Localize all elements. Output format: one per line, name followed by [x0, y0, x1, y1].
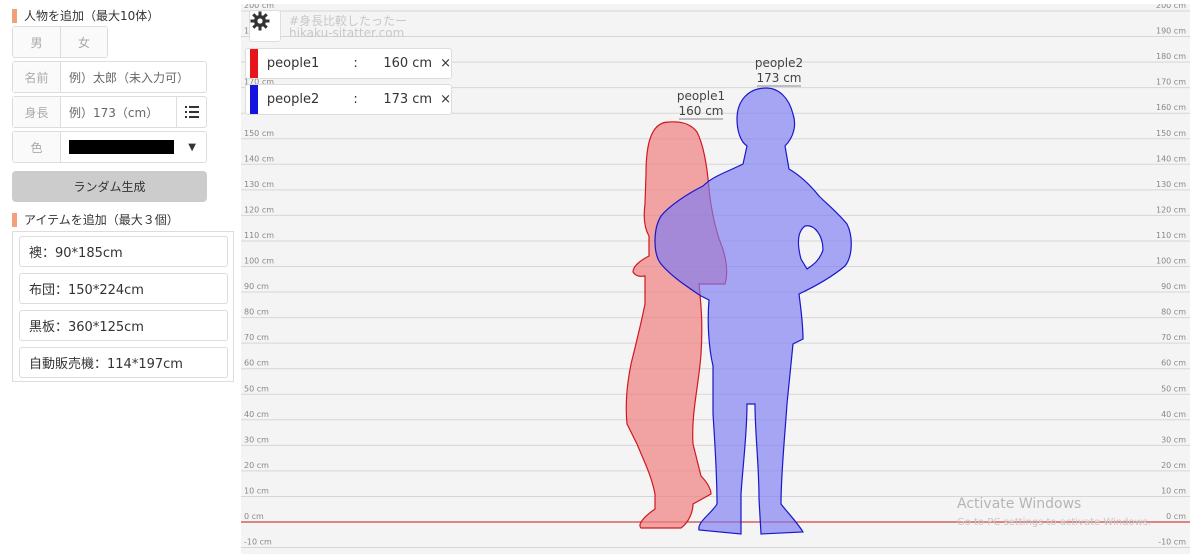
color-label: 色: [13, 132, 61, 162]
activate-windows-subtitle: Go to PC settings to activate Windows.: [957, 517, 1152, 528]
height-row: 身長 例）173（cm）: [12, 96, 207, 128]
comparison-canvas: -10 cm -10 cm 0 cm 0 cm 10 cm 10 cm 20 cm 20 cm…: [241, 4, 1190, 554]
item-blackboard[interactable]: 黒板：360*125cm: [19, 310, 228, 341]
color-select[interactable]: ▼: [61, 132, 206, 162]
gender-selector: 男 女: [12, 26, 108, 58]
items-list: 襖：90*185cm 布団：150*224cm 黒板：360*125cm 自動販…: [12, 231, 234, 382]
activate-windows-title: Activate Windows: [957, 496, 1082, 512]
item-futon[interactable]: 布団：150*224cm: [19, 273, 228, 304]
height-input[interactable]: 例）173（cm）: [61, 97, 176, 127]
figure-label-people1-height: 160 cm: [678, 104, 723, 118]
gender-male-button[interactable]: 男: [13, 27, 60, 57]
list-icon: [184, 106, 199, 118]
item-fusuma[interactable]: 襖：90*185cm: [19, 236, 228, 267]
figure-label-people2-height: 173 cm: [756, 71, 801, 85]
color-row: 色 ▼: [12, 131, 207, 163]
name-input[interactable]: 例）太郎（未入力可）: [61, 62, 206, 92]
item-vending-machine[interactable]: 自動販売機：114*197cm: [19, 347, 228, 378]
color-swatch: [69, 140, 174, 154]
gender-female-button[interactable]: 女: [60, 27, 107, 57]
height-list-button[interactable]: [176, 97, 206, 127]
figure-label-people1-name: people1: [677, 89, 725, 103]
item-section-title: アイテムを追加（最大３個）: [12, 212, 179, 228]
sidebar: 人物を追加（最大10体） 男 女 名前 例）太郎（未入力可） 身長 例）173（…: [0, 0, 240, 559]
caret-down-icon: ▼: [188, 141, 196, 153]
person-section-title: 人物を追加（最大10体）: [12, 8, 159, 24]
figure-labels: people1 160 cm people2 173 cm: [677, 56, 803, 120]
name-label: 名前: [13, 62, 61, 92]
figure-label-people2-name: people2: [755, 56, 803, 70]
random-generate-button[interactable]: ランダム生成: [12, 171, 207, 202]
height-label: 身長: [13, 97, 61, 127]
name-row: 名前 例）太郎（未入力可）: [12, 61, 207, 93]
